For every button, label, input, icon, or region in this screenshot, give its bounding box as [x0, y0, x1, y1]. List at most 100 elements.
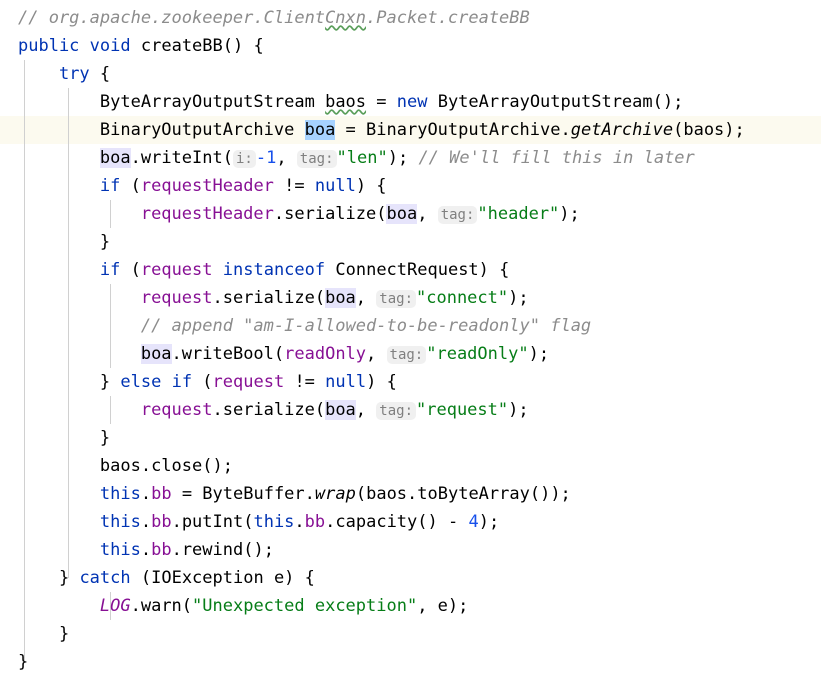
- dot2: .: [304, 484, 315, 504]
- type-ioexception: IOException: [151, 568, 264, 588]
- code-line-19[interactable]: this.bb.putInt(this.bb.capacity() - 4);: [0, 508, 821, 536]
- string-connect: "connect": [416, 288, 509, 308]
- code-line-2[interactable]: public void createBB() {: [0, 32, 821, 60]
- code-line-23[interactable]: }: [0, 620, 821, 648]
- comma: ,: [355, 400, 377, 420]
- close-paren: );: [508, 400, 529, 420]
- field-request: request: [140, 260, 213, 280]
- method-capacity: .capacity() -: [325, 512, 469, 532]
- code-line-21[interactable]: } catch (IOException e) {: [0, 564, 821, 592]
- code-line-12[interactable]: // append "am-I-allowed-to-be-readonly" …: [0, 312, 821, 340]
- keyword-this-2: this: [253, 512, 295, 532]
- keyword-catch: catch: [79, 568, 131, 588]
- close-brace: ) {: [355, 176, 387, 196]
- code-line-24[interactable]: }: [0, 648, 821, 676]
- code-line-14[interactable]: } else if (request != null) {: [0, 368, 821, 396]
- static-field-log: LOG: [99, 596, 131, 616]
- comment-text-tail: .Packet.createBB: [366, 8, 530, 28]
- occurrence-boa[interactable]: boa: [325, 400, 356, 420]
- type-bytearrayoutputstream: ByteArrayOutputStream: [99, 92, 315, 112]
- code-line-4[interactable]: ByteArrayOutputStream baos = new ByteArr…: [0, 88, 821, 116]
- method-writeint: .writeInt(: [130, 148, 233, 168]
- field-bb: bb: [151, 484, 172, 504]
- number-four: 4: [468, 512, 479, 532]
- indent-1: [18, 64, 59, 84]
- keyword-this: this: [99, 484, 141, 504]
- code-line-7[interactable]: if (requestHeader != null) {: [0, 172, 821, 200]
- inlay-hint-i[interactable]: i:: [232, 150, 256, 168]
- occurrence-boa[interactable]: boa: [386, 204, 418, 224]
- field-request: request: [140, 400, 213, 420]
- dot: .: [140, 540, 152, 560]
- occurrence-boa[interactable]: boa: [325, 288, 356, 308]
- code-line-16[interactable]: }: [0, 424, 821, 452]
- indent-2h: [18, 428, 100, 448]
- statement-baos-close: baos.close();: [99, 456, 233, 476]
- code-editor[interactable]: // org.apache.zookeeper.ClientCnxn.Packe…: [0, 0, 821, 681]
- indent-2: [18, 92, 100, 112]
- indent-3e: [18, 400, 141, 420]
- code-line-18[interactable]: this.bb = ByteBuffer.wrap(baos.toByteArr…: [0, 480, 821, 508]
- indent-3b: [18, 288, 141, 308]
- code-content[interactable]: // org.apache.zookeeper.ClientCnxn.Packe…: [0, 0, 821, 676]
- field-request: request: [140, 288, 213, 308]
- space2: [325, 260, 335, 280]
- field-readonly: readOnly: [284, 344, 367, 364]
- code-line-22[interactable]: LOG.warn("Unexpected exception", e);: [0, 592, 821, 620]
- keyword-if: if: [99, 260, 121, 280]
- open-paren: (: [192, 372, 213, 392]
- keyword-null: null: [314, 176, 356, 196]
- method-serialize: .serialize(: [273, 204, 387, 224]
- comment-readonly-flag: // append "am-I-allowed-to-be-readonly" …: [140, 316, 592, 336]
- occurrence-boa[interactable]: boa: [99, 148, 131, 168]
- catch-param: e) {: [263, 568, 315, 588]
- closing-brace: }: [58, 624, 70, 644]
- indent-2f: [18, 260, 100, 280]
- space2: [131, 36, 141, 56]
- field-requestheader: requestHeader: [140, 204, 274, 224]
- class-bytebuffer: ByteBuffer: [202, 484, 305, 504]
- method-warn: .warn(: [130, 596, 193, 616]
- occurrence-boa[interactable]: boa: [140, 344, 172, 364]
- static-method-getarchive: getArchive: [570, 120, 674, 140]
- indent-2b: [18, 120, 100, 140]
- indent-2m: [18, 596, 100, 616]
- closing-brace: }: [58, 568, 80, 588]
- code-line-9[interactable]: }: [0, 228, 821, 256]
- keyword-public: public: [18, 36, 80, 56]
- code-line-1[interactable]: // org.apache.zookeeper.ClientCnxn.Packe…: [0, 4, 821, 32]
- inlay-hint-tag[interactable]: tag:: [376, 290, 416, 308]
- inlay-hint-tag[interactable]: tag:: [437, 206, 478, 224]
- code-line-11[interactable]: request.serialize(boa, tag: "connect");: [0, 284, 821, 312]
- code-line-5[interactable]: BinaryOutputArchive boa = BinaryOutputAr…: [0, 116, 821, 144]
- indent-2d: [18, 176, 100, 196]
- inlay-hint-tag[interactable]: tag:: [296, 150, 337, 168]
- string-header: "header": [477, 204, 560, 224]
- code-line-15[interactable]: request.serialize(boa, tag: "request");: [0, 396, 821, 424]
- inlay-hint-tag[interactable]: tag:: [386, 346, 427, 364]
- string-unexpected-exception: "Unexpected exception": [192, 596, 418, 616]
- not-equal-op: !=: [284, 372, 326, 392]
- code-line-10[interactable]: if (request instanceof ConnectRequest) {: [0, 256, 821, 284]
- code-line-20[interactable]: this.bb.rewind();: [0, 536, 821, 564]
- code-line-6[interactable]: boa.writeInt(i: -1, tag: "len"); // We'll …: [0, 144, 821, 172]
- keyword-void: void: [89, 36, 131, 56]
- code-line-13[interactable]: boa.writeBool(readOnly, tag: "readOnly");: [0, 340, 821, 368]
- code-line-17[interactable]: baos.close();: [0, 452, 821, 480]
- indent-2e: [18, 232, 100, 252]
- type-connectrequest: ConnectRequest: [335, 260, 479, 280]
- field-bb: bb: [151, 540, 172, 560]
- indent-2j: [18, 484, 100, 504]
- selected-variable-boa[interactable]: boa: [304, 120, 336, 140]
- static-method-wrap: wrap: [314, 484, 356, 504]
- code-line-3[interactable]: try {: [0, 60, 821, 88]
- method-serialize: .serialize(: [212, 400, 326, 420]
- trailing-comment: // We'll fill this in later: [418, 148, 695, 168]
- close-brace: ) {: [478, 260, 510, 280]
- call-args: (baos.toByteArray());: [355, 484, 571, 504]
- field-bb: bb: [151, 512, 172, 532]
- method-writebool: .writeBool(: [171, 344, 285, 364]
- inlay-hint-tag[interactable]: tag:: [376, 402, 416, 420]
- code-line-8[interactable]: requestHeader.serialize(boa, tag: "header…: [0, 200, 821, 228]
